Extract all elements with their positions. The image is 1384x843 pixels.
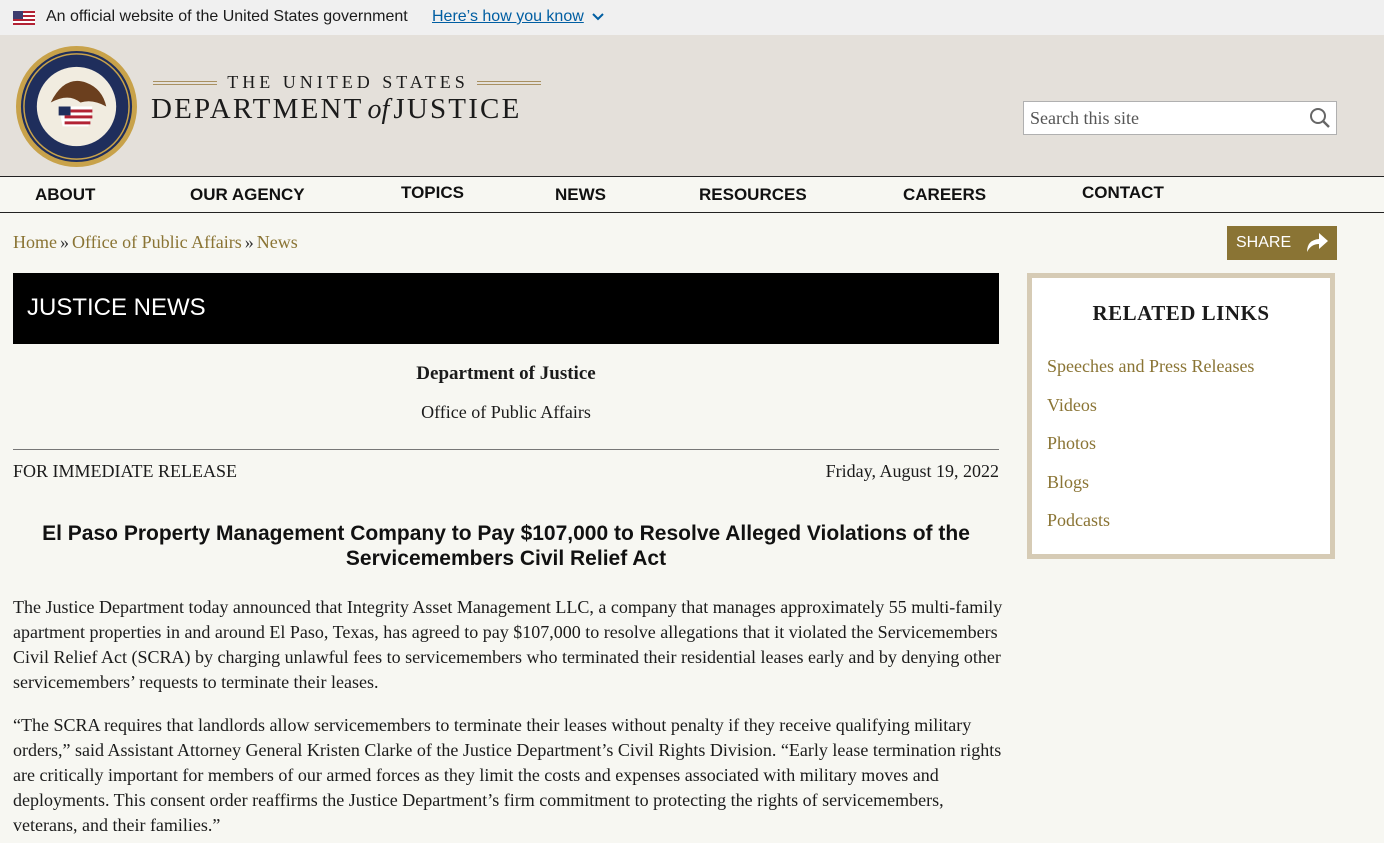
breadcrumb: Home» Office of Public Affairs» News [13, 232, 298, 253]
related-link-videos[interactable]: Videos [1047, 395, 1097, 416]
article-headline: El Paso Property Management Company to P… [42, 522, 970, 570]
breadcrumb-separator: » [60, 232, 69, 252]
gov-banner: An official website of the United States… [0, 0, 1384, 36]
related-link-podcasts[interactable]: Podcasts [1047, 510, 1110, 531]
related-links-box: RELATED LINKS Speeches and Press Release… [1027, 273, 1335, 559]
nav-item-resources[interactable]: RESOURCES [699, 185, 807, 205]
nav-item-careers[interactable]: CAREERS [903, 185, 986, 205]
related-link-photos[interactable]: Photos [1047, 433, 1096, 454]
share-button[interactable]: SHARE [1227, 226, 1337, 260]
article-paragraph: The Justice Department today announced t… [13, 597, 1003, 692]
logo-of: of [367, 94, 390, 125]
search-input[interactable] [1028, 105, 1302, 131]
doj-seal-icon[interactable] [15, 45, 138, 168]
nav-item-our-agency[interactable]: OUR AGENCY [190, 185, 305, 205]
logo-department: DEPARTMENT [151, 93, 364, 125]
section-title-bar: JUSTICE NEWS [13, 273, 999, 344]
divider [13, 449, 999, 450]
site-logo-text[interactable]: DEPARTMENT of JUSTICE [151, 93, 551, 133]
logo-justice: JUSTICE [393, 93, 522, 125]
chevron-down-icon[interactable] [592, 12, 604, 22]
section-title: JUSTICE NEWS [27, 294, 206, 321]
breadcrumb-home[interactable]: Home [13, 232, 57, 252]
release-label: FOR IMMEDIATE RELEASE [13, 461, 237, 481]
logo-tagline: THE UNITED STATES [153, 72, 543, 92]
nav-item-topics[interactable]: TOPICS [401, 183, 464, 203]
related-links-title: RELATED LINKS [1092, 301, 1270, 325]
nav-item-contact[interactable]: CONTACT [1082, 183, 1164, 203]
breadcrumb-separator: » [244, 232, 254, 252]
article-office: Office of Public Affairs [421, 402, 591, 422]
breadcrumb-office-of-public-affairs[interactable]: Office of Public Affairs [72, 232, 242, 252]
main-nav: ABOUT OUR AGENCY TOPICS NEWS RESOURCES C… [0, 176, 1384, 213]
heres-how-you-know-link[interactable]: Here’s how you know [432, 8, 584, 26]
breadcrumb-news[interactable]: News [257, 232, 298, 252]
nav-item-news[interactable]: NEWS [555, 185, 606, 205]
site-search [1023, 101, 1337, 135]
us-flag-icon [13, 11, 35, 25]
related-link-blogs[interactable]: Blogs [1047, 472, 1089, 493]
share-label: SHARE [1236, 234, 1292, 251]
search-icon[interactable] [1309, 107, 1331, 129]
related-link-speeches[interactable]: Speeches and Press Releases [1047, 356, 1254, 377]
article-department: Department of Justice [416, 363, 596, 384]
release-date: Friday, August 19, 2022 [825, 461, 999, 481]
site-header: THE UNITED STATES DEPARTMENT of JUSTICE [0, 35, 1384, 176]
nav-item-about[interactable]: ABOUT [35, 185, 95, 205]
share-arrow-icon [1307, 233, 1328, 252]
article-paragraph: “The SCRA requires that landlords allow … [13, 715, 1002, 835]
gov-banner-text: An official website of the United States… [46, 8, 408, 25]
